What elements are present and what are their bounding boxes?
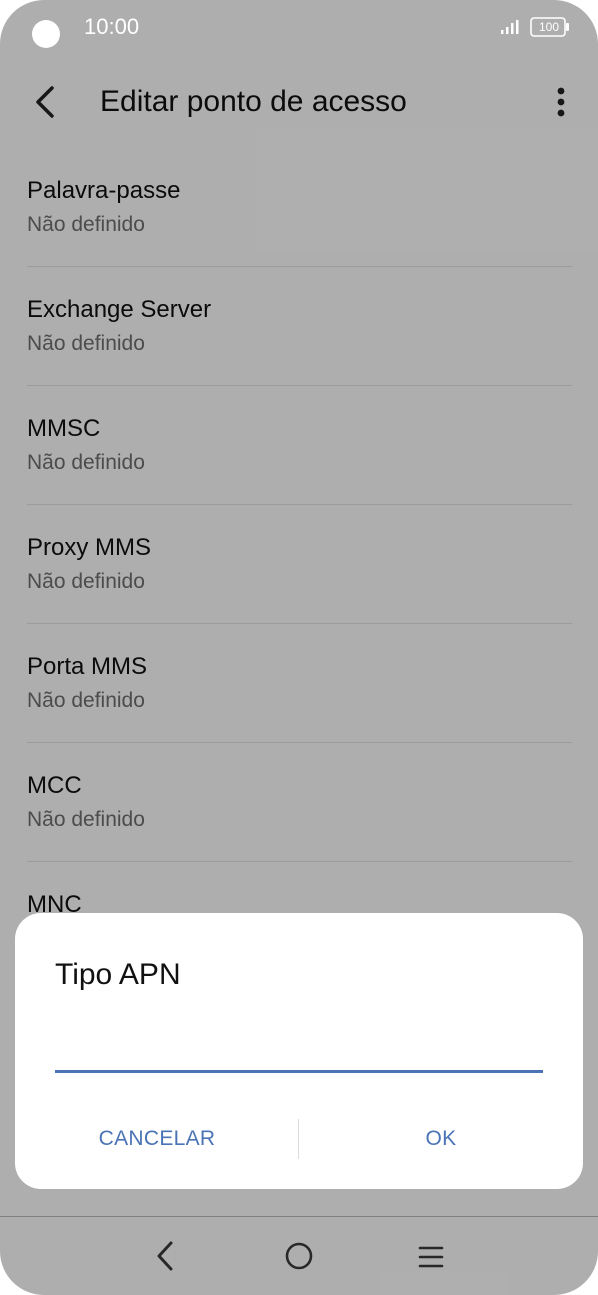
- phone-screen: Editar ponto de acesso Palavra-passe Não…: [0, 0, 598, 1295]
- status-time: 10:00: [84, 14, 140, 39]
- apn-type-dialog: Tipo APN CANCELAR OK: [15, 913, 583, 1189]
- battery-level: 100: [538, 20, 560, 34]
- dialog-actions: CANCELAR OK: [15, 1109, 583, 1169]
- cancel-button[interactable]: CANCELAR: [15, 1109, 299, 1169]
- dialog-title: Tipo APN: [55, 958, 181, 991]
- status-bar: 10:00 100: [0, 0, 598, 56]
- camera-cutout: [32, 20, 60, 48]
- apn-type-input[interactable]: [55, 1033, 543, 1073]
- signal-icon: [501, 20, 519, 34]
- ok-button[interactable]: OK: [299, 1109, 583, 1169]
